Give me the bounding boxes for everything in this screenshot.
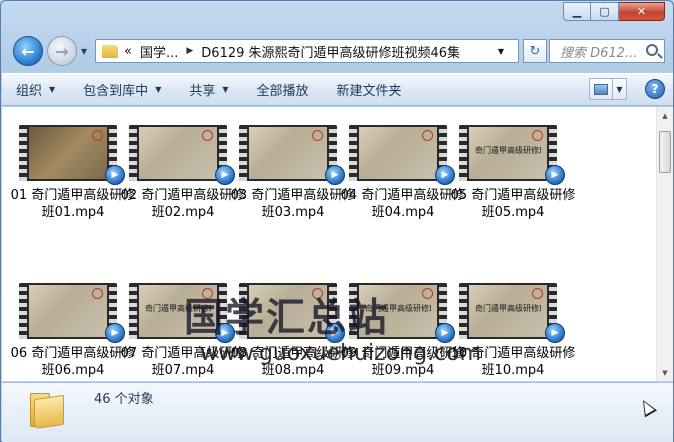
file-name: 06 奇门遁甲高级研修班06.mp4 [10, 346, 136, 378]
breadcrumb-item-current[interactable]: D6129 朱源熙奇门遁甲高级研修班视频46集 [201, 42, 460, 61]
change-view-button[interactable] [589, 78, 613, 100]
organize-label: 组织 [16, 84, 43, 99]
search-box[interactable]: 搜索 D612... [549, 39, 665, 63]
video-thumbnail [349, 125, 447, 181]
address-bar[interactable]: « 国学... ▶ D6129 朱源熙奇门遁甲高级研修班视频46集 ▼ [95, 39, 519, 63]
chevron-down-icon: ▼ [49, 85, 56, 94]
chevron-down-icon: ▼ [616, 84, 623, 94]
media-player-icon: ▶ [105, 323, 125, 343]
search-icon[interactable] [646, 44, 658, 56]
video-thumbnail [19, 283, 117, 339]
minimize-icon: ▁ [572, 5, 582, 18]
explorer-window: ▁ ▢ ✕ ← → ▼ « 国学... ▶ D6129 朱源熙奇门遁甲高级研修班… [0, 0, 674, 442]
scroll-down-icon[interactable]: ▼ [657, 364, 673, 381]
folder-icon [30, 393, 66, 430]
file-name: 03 奇门遁甲高级研修班03.mp4 [230, 188, 356, 220]
scroll-up-icon[interactable]: ▲ [657, 107, 673, 124]
new-folder-button[interactable]: 新建文件夹 [323, 74, 416, 105]
video-thumbnail [239, 125, 337, 181]
recent-pages-dropdown[interactable]: ▼ [81, 47, 87, 56]
arrow-right-icon: → [55, 41, 69, 61]
folder-icon [102, 44, 118, 58]
address-dropdown-icon[interactable]: ▼ [498, 47, 504, 56]
breadcrumb-overflow[interactable]: « [124, 44, 132, 59]
file-name: 01 奇门遁甲高级研修班01.mp4 [10, 188, 136, 220]
watermark-url: www.guoxuehuizong.com [200, 341, 482, 366]
video-thumbnail [19, 125, 117, 181]
view-icon [594, 83, 608, 95]
organize-button[interactable]: 组织 ▼ [2, 74, 69, 105]
chevron-down-icon: ▼ [81, 47, 88, 56]
file-item[interactable]: ▶ 02 奇门遁甲高级研修班02.mp4 [121, 125, 245, 237]
new-folder-label: 新建文件夹 [336, 84, 402, 99]
refresh-icon: ↻ [529, 43, 541, 59]
file-name: 05 奇门遁甲高级研修班05.mp4 [450, 188, 576, 220]
refresh-button[interactable]: ↻ [523, 39, 547, 63]
video-thumbnail: 奇门遁甲高级研修班 [459, 125, 557, 181]
command-bar: 组织 ▼ 包含到库中 ▼ 共享 ▼ 全部播放 新建文件夹 ▼ ? [2, 73, 673, 106]
video-thumbnail [129, 125, 227, 181]
media-player-icon: ▶ [545, 165, 565, 185]
video-thumbnail: 奇门遁甲高级研修班 [459, 283, 557, 339]
thumbnail-title: 奇门遁甲高级研修班 [475, 304, 541, 313]
share-label: 共享 [189, 84, 216, 99]
maximize-icon: ▢ [599, 5, 610, 18]
forward-button[interactable]: → [47, 36, 77, 66]
vertical-scrollbar[interactable]: ▲ ▼ [656, 107, 673, 381]
minimize-button[interactable]: ▁ [563, 2, 591, 21]
item-count: 46 个对象 [94, 392, 154, 407]
include-library-button[interactable]: 包含到库中 ▼ [69, 74, 175, 105]
media-player-icon: ▶ [435, 165, 455, 185]
file-item[interactable]: 奇门遁甲高级研修班 ▶ 10 奇门遁甲高级研修班10.mp4 [451, 283, 575, 381]
scrollbar-thumb[interactable] [659, 131, 671, 173]
help-button[interactable]: ? [645, 79, 665, 99]
search-input[interactable]: 搜索 D612... [560, 42, 637, 61]
file-item[interactable]: ▶ 04 奇门遁甲高级研修班04.mp4 [341, 125, 465, 237]
play-all-label: 全部播放 [256, 84, 309, 99]
close-icon: ✕ [636, 5, 647, 18]
mouse-cursor-icon [636, 396, 658, 418]
file-item[interactable]: ▶ 01 奇门遁甲高级研修班01.mp4 [11, 125, 135, 237]
breadcrumb-item-parent[interactable]: 国学... [140, 42, 178, 61]
navigation-bar: ← → ▼ « 国学... ▶ D6129 朱源熙奇门遁甲高级研修班视频46集 … [1, 31, 674, 71]
file-list: ▶ 01 奇门遁甲高级研修班01.mp4 ▶ 02 奇门遁甲高级研修班02.mp… [2, 107, 673, 381]
maximize-button[interactable]: ▢ [591, 2, 619, 21]
file-item[interactable]: ▶ 06 奇门遁甲高级研修班06.mp4 [11, 283, 135, 381]
media-player-icon: ▶ [325, 165, 345, 185]
file-item[interactable]: ▶ 03 奇门遁甲高级研修班03.mp4 [231, 125, 355, 237]
thumbnail-title: 奇门遁甲高级研修班 [475, 146, 541, 155]
breadcrumb-separator-icon[interactable]: ▶ [186, 46, 193, 56]
include-library-label: 包含到库中 [83, 84, 149, 99]
play-all-button[interactable]: 全部播放 [243, 74, 323, 105]
caption-buttons: ▁ ▢ ✕ [563, 2, 665, 21]
arrow-left-icon: ← [21, 41, 35, 61]
view-options-dropdown[interactable]: ▼ [613, 78, 627, 100]
file-name: 02 奇门遁甲高级研修班02.mp4 [120, 188, 246, 220]
back-button[interactable]: ← [13, 36, 43, 66]
help-icon: ? [651, 82, 659, 96]
close-button[interactable]: ✕ [619, 2, 665, 21]
watermark-title: 国学汇总站 [184, 296, 390, 341]
file-name: 04 奇门遁甲高级研修班04.mp4 [340, 188, 466, 220]
chevron-down-icon: ▼ [222, 85, 229, 94]
media-player-icon: ▶ [435, 323, 455, 343]
chevron-down-icon: ▼ [155, 85, 162, 94]
toolbar-right: ▼ ? [589, 78, 665, 100]
file-item[interactable]: 奇门遁甲高级研修班 ▶ 05 奇门遁甲高级研修班05.mp4 [451, 125, 575, 237]
media-player-icon: ▶ [545, 323, 565, 343]
share-button[interactable]: 共享 ▼ [175, 74, 242, 105]
media-player-icon: ▶ [105, 165, 125, 185]
details-pane: 46 个对象 [2, 382, 673, 442]
media-player-icon: ▶ [215, 165, 235, 185]
